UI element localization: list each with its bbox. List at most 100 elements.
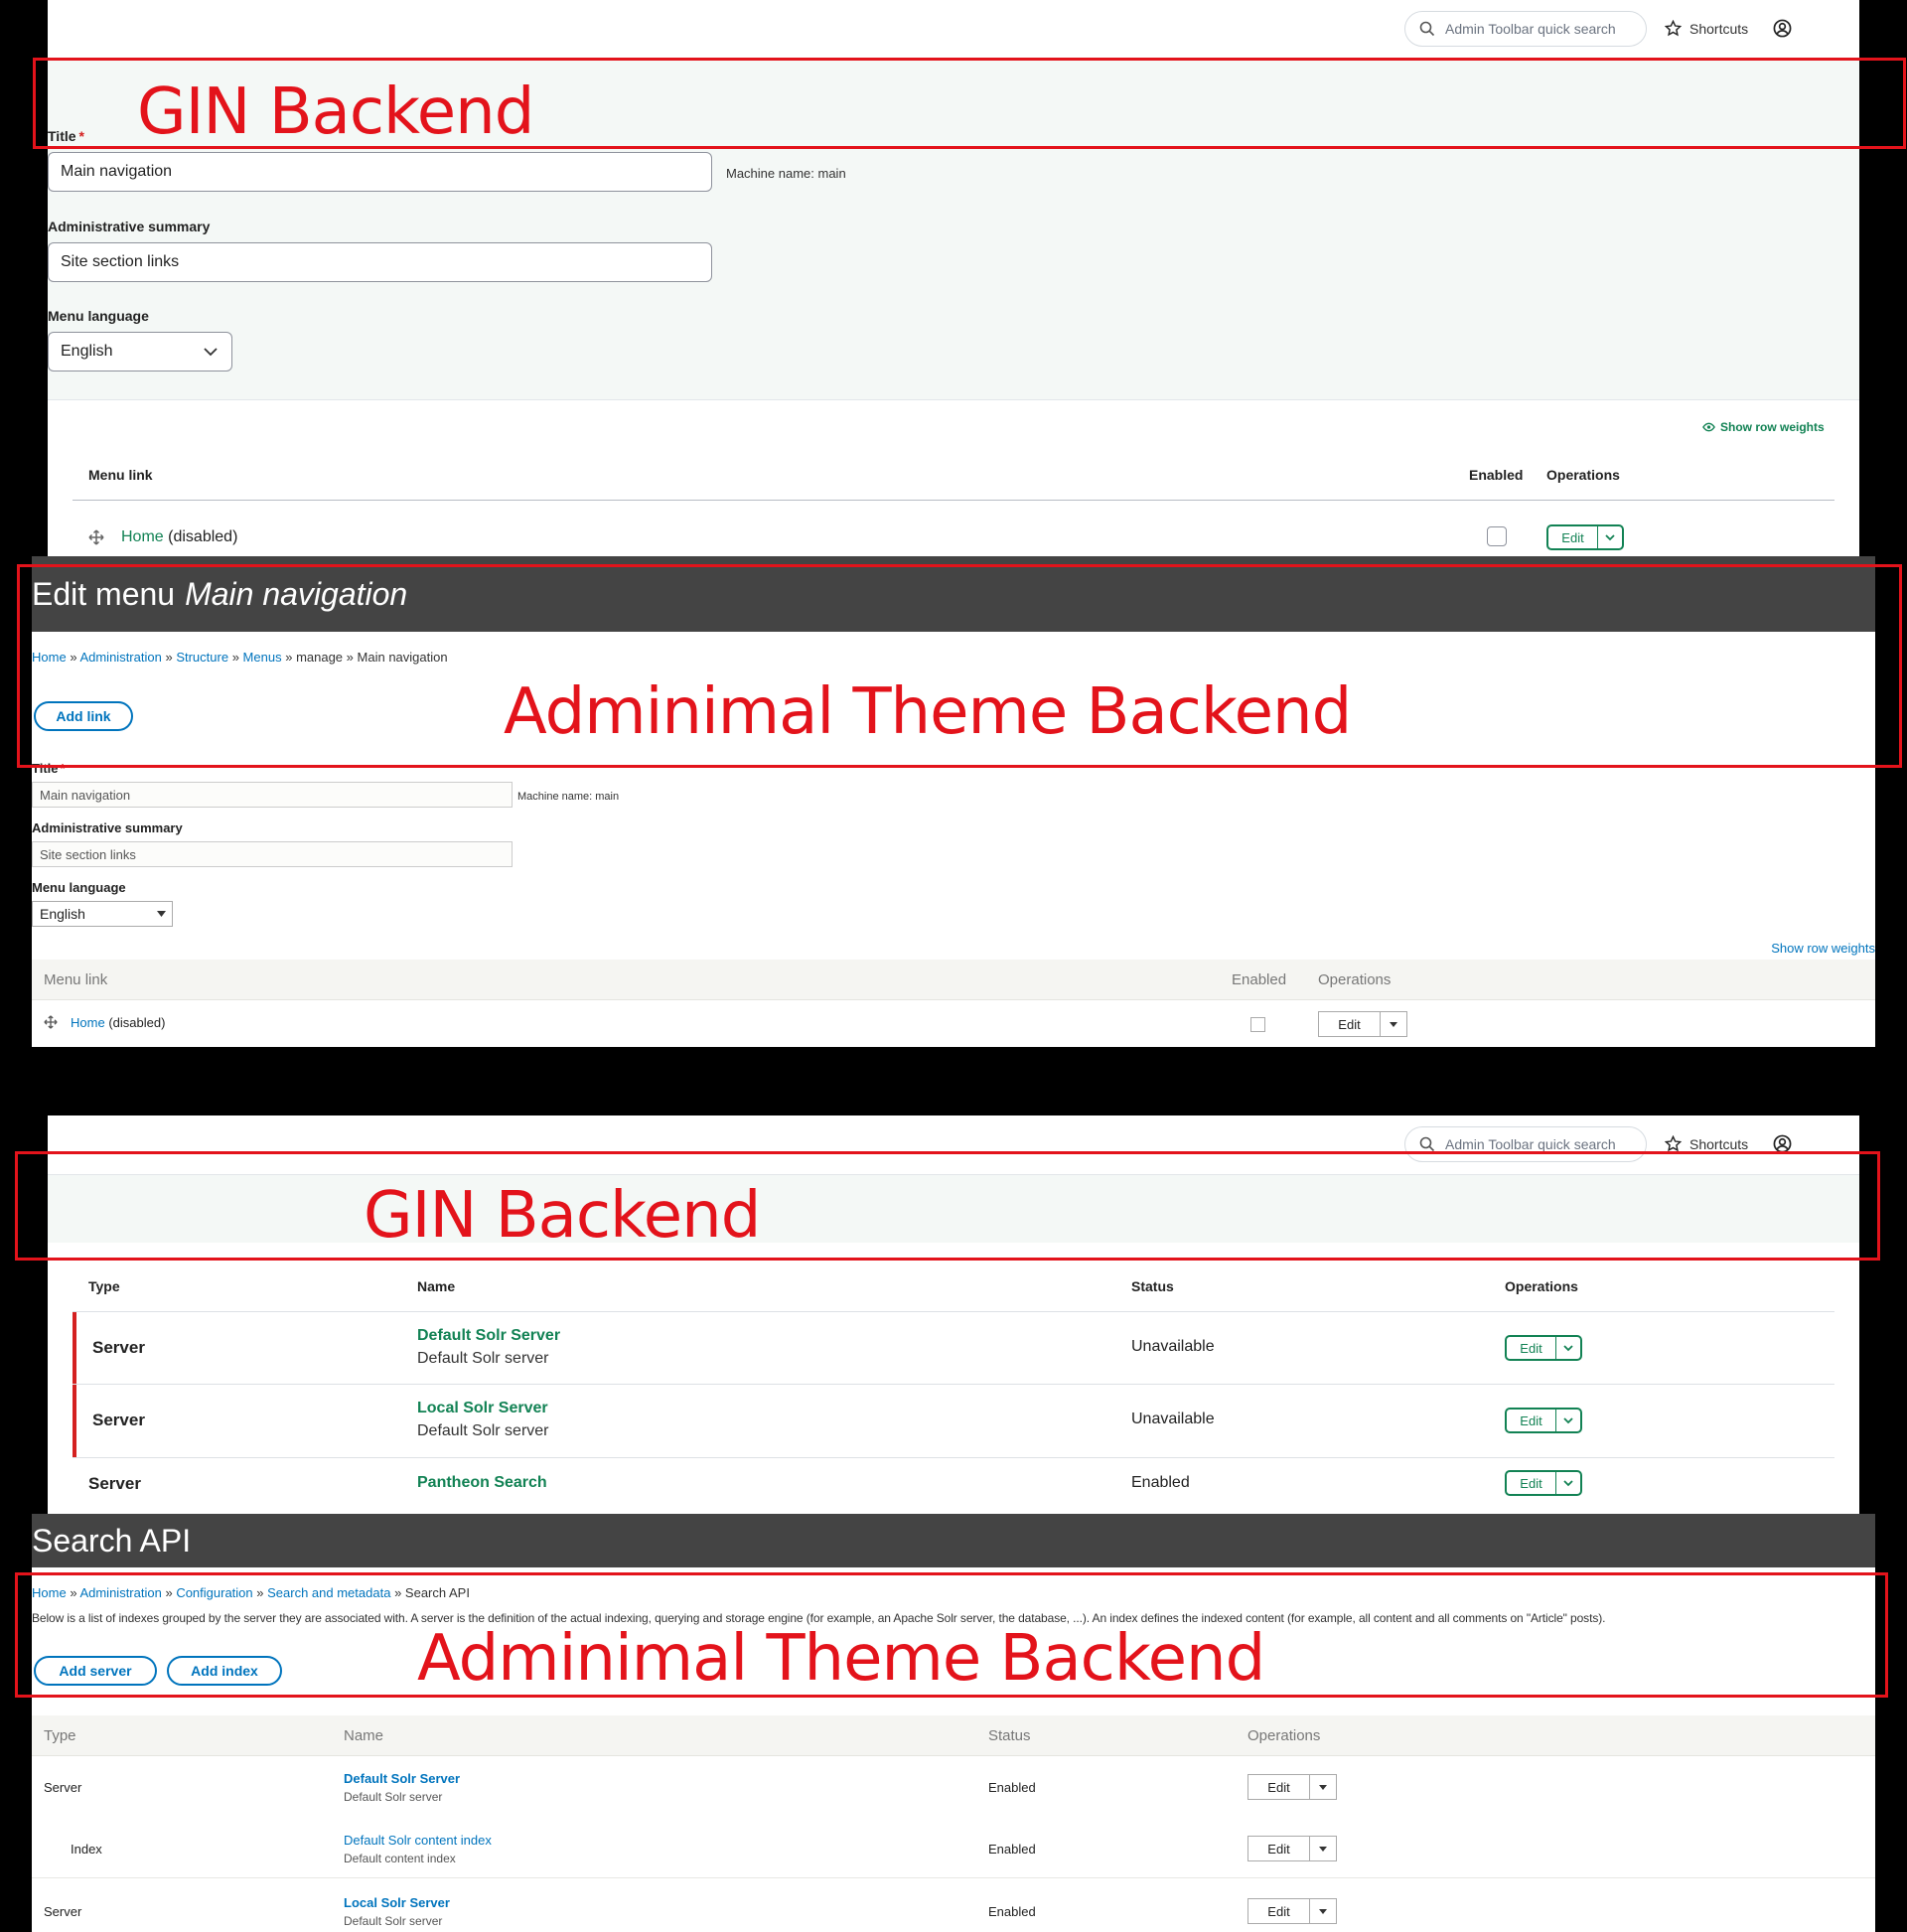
row-status: (disabled) xyxy=(168,528,238,545)
shortcuts-label: Shortcuts xyxy=(1689,1135,1749,1152)
row-description: Default content index xyxy=(344,1852,456,1865)
shortcuts-button[interactable]: Shortcuts xyxy=(1665,1135,1748,1152)
show-row-weights-link[interactable]: Show row weights xyxy=(1702,420,1825,434)
table-row-divider xyxy=(73,1457,1834,1458)
col-enabled: Enabled xyxy=(1232,971,1287,988)
annotation-label-gin-2: GIN Backend xyxy=(364,1179,761,1253)
enabled-checkbox[interactable] xyxy=(1250,1017,1265,1032)
table-header-divider xyxy=(73,500,1834,501)
edit-button[interactable]: Edit xyxy=(1546,524,1624,550)
error-indicator xyxy=(73,1312,76,1457)
table-row-divider xyxy=(32,1877,1875,1878)
row-type: Server xyxy=(44,1780,82,1795)
summary-value: Site section links xyxy=(61,253,180,270)
row-name-link[interactable]: Local Solr Server xyxy=(417,1400,548,1417)
annotation-label-adminimal-1: Adminimal Theme Backend xyxy=(504,675,1352,749)
summary-label: Administrative summary xyxy=(48,219,211,234)
title-value: Main navigation xyxy=(61,163,173,180)
col-operations: Operations xyxy=(1546,467,1620,483)
table-row-divider xyxy=(73,1311,1834,1312)
col-enabled: Enabled xyxy=(1469,467,1524,483)
col-type: Type xyxy=(44,1727,76,1744)
row-type: Index xyxy=(71,1842,102,1857)
row-description: Default Solr server xyxy=(417,1422,549,1439)
edit-button[interactable]: Edit xyxy=(1247,1836,1337,1861)
language-label: Menu language xyxy=(32,880,126,895)
language-select[interactable]: English xyxy=(32,901,173,927)
show-row-weights-link[interactable]: Show row weights xyxy=(1771,941,1875,956)
eye-icon xyxy=(1702,422,1715,432)
chevron-down-icon xyxy=(1605,533,1615,540)
row-status: Enabled xyxy=(988,1904,1036,1919)
star-icon xyxy=(1665,1135,1682,1152)
home-link[interactable]: Home xyxy=(121,528,164,545)
caret-down-icon xyxy=(1319,1846,1327,1852)
col-status: Status xyxy=(1131,1278,1174,1294)
home-link[interactable]: Home xyxy=(71,1015,105,1030)
shortcuts-label: Shortcuts xyxy=(1689,20,1749,37)
row-name-link[interactable]: Default Solr Server xyxy=(417,1327,560,1345)
chevron-down-icon xyxy=(1563,1344,1573,1351)
row-status: Enabled xyxy=(988,1842,1036,1857)
annotation-box-gin-2 xyxy=(15,1151,1880,1261)
col-name: Name xyxy=(344,1727,384,1744)
row-status: Unavailable xyxy=(1131,1411,1215,1427)
search-icon xyxy=(1419,21,1435,37)
drag-handle-icon[interactable] xyxy=(88,529,104,545)
col-operations: Operations xyxy=(1247,1727,1321,1744)
machine-name: Machine name: main xyxy=(517,791,620,803)
caret-down-icon xyxy=(1390,1021,1397,1027)
table-row-divider xyxy=(73,1384,1834,1385)
row-name-link[interactable]: Local Solr Server xyxy=(344,1895,450,1910)
page-title: Search API xyxy=(32,1514,1875,1567)
summary-input[interactable]: Site section links xyxy=(48,242,712,282)
menu-row-home: Home (disabled) xyxy=(121,528,237,546)
chevron-down-icon xyxy=(204,347,218,356)
row-description: Default Solr server xyxy=(344,1914,443,1928)
user-menu-button[interactable] xyxy=(1773,19,1792,43)
language-select[interactable]: English xyxy=(48,332,232,372)
title-value: Main navigation xyxy=(40,787,131,803)
col-menu-link: Menu link xyxy=(88,467,153,483)
star-icon xyxy=(1665,20,1682,37)
row-status: Unavailable xyxy=(1131,1338,1215,1355)
search-placeholder: Admin Toolbar quick search xyxy=(1445,1136,1616,1152)
summary-input[interactable]: Site section links xyxy=(32,841,513,867)
shortcuts-button[interactable]: Shortcuts xyxy=(1665,20,1748,37)
table-header xyxy=(32,960,1875,1000)
row-name-link[interactable]: Default Solr Server xyxy=(344,1771,460,1786)
title-input[interactable]: Main navigation xyxy=(48,152,712,192)
row-status: (disabled) xyxy=(108,1015,166,1030)
language-label: Menu language xyxy=(48,308,149,324)
annotation-label-gin-1: GIN Backend xyxy=(137,75,534,149)
user-icon xyxy=(1773,19,1792,38)
drag-handle-icon[interactable] xyxy=(44,1015,58,1029)
admin-toolbar-search[interactable]: Admin Toolbar quick search xyxy=(1404,11,1647,47)
edit-button[interactable]: Edit xyxy=(1247,1774,1337,1800)
gin-search-table: Type Name Status Operations Server Defau… xyxy=(48,1243,1859,1514)
machine-name: Machine name: main xyxy=(726,166,846,181)
row-type: Server xyxy=(92,1338,145,1357)
edit-button[interactable]: Edit xyxy=(1505,1335,1582,1361)
summary-value: Site section links xyxy=(40,846,136,862)
row-name-link[interactable]: Default Solr content index xyxy=(344,1833,492,1848)
language-value: English xyxy=(40,906,85,922)
annotation-label-adminimal-2: Adminimal Theme Backend xyxy=(417,1622,1265,1696)
col-name: Name xyxy=(417,1278,456,1294)
title-input[interactable]: Main navigation xyxy=(32,782,513,808)
edit-button[interactable]: Edit xyxy=(1318,1011,1407,1037)
row-name-link[interactable]: Pantheon Search xyxy=(417,1474,547,1492)
row-type: Server xyxy=(88,1474,141,1493)
enabled-checkbox[interactable] xyxy=(1487,526,1507,546)
gin-menu-table: Show row weights Menu link Enabled Opera… xyxy=(48,399,1859,557)
caret-down-icon xyxy=(157,911,166,917)
edit-button[interactable]: Edit xyxy=(1247,1898,1337,1924)
chevron-down-icon xyxy=(1563,1479,1573,1486)
col-type: Type xyxy=(88,1278,120,1294)
col-status: Status xyxy=(988,1727,1031,1744)
edit-button[interactable]: Edit xyxy=(1505,1470,1582,1496)
search-icon xyxy=(1419,1136,1435,1152)
edit-button[interactable]: Edit xyxy=(1505,1408,1582,1433)
chevron-down-icon xyxy=(1563,1416,1573,1423)
row-type: Server xyxy=(92,1411,145,1429)
